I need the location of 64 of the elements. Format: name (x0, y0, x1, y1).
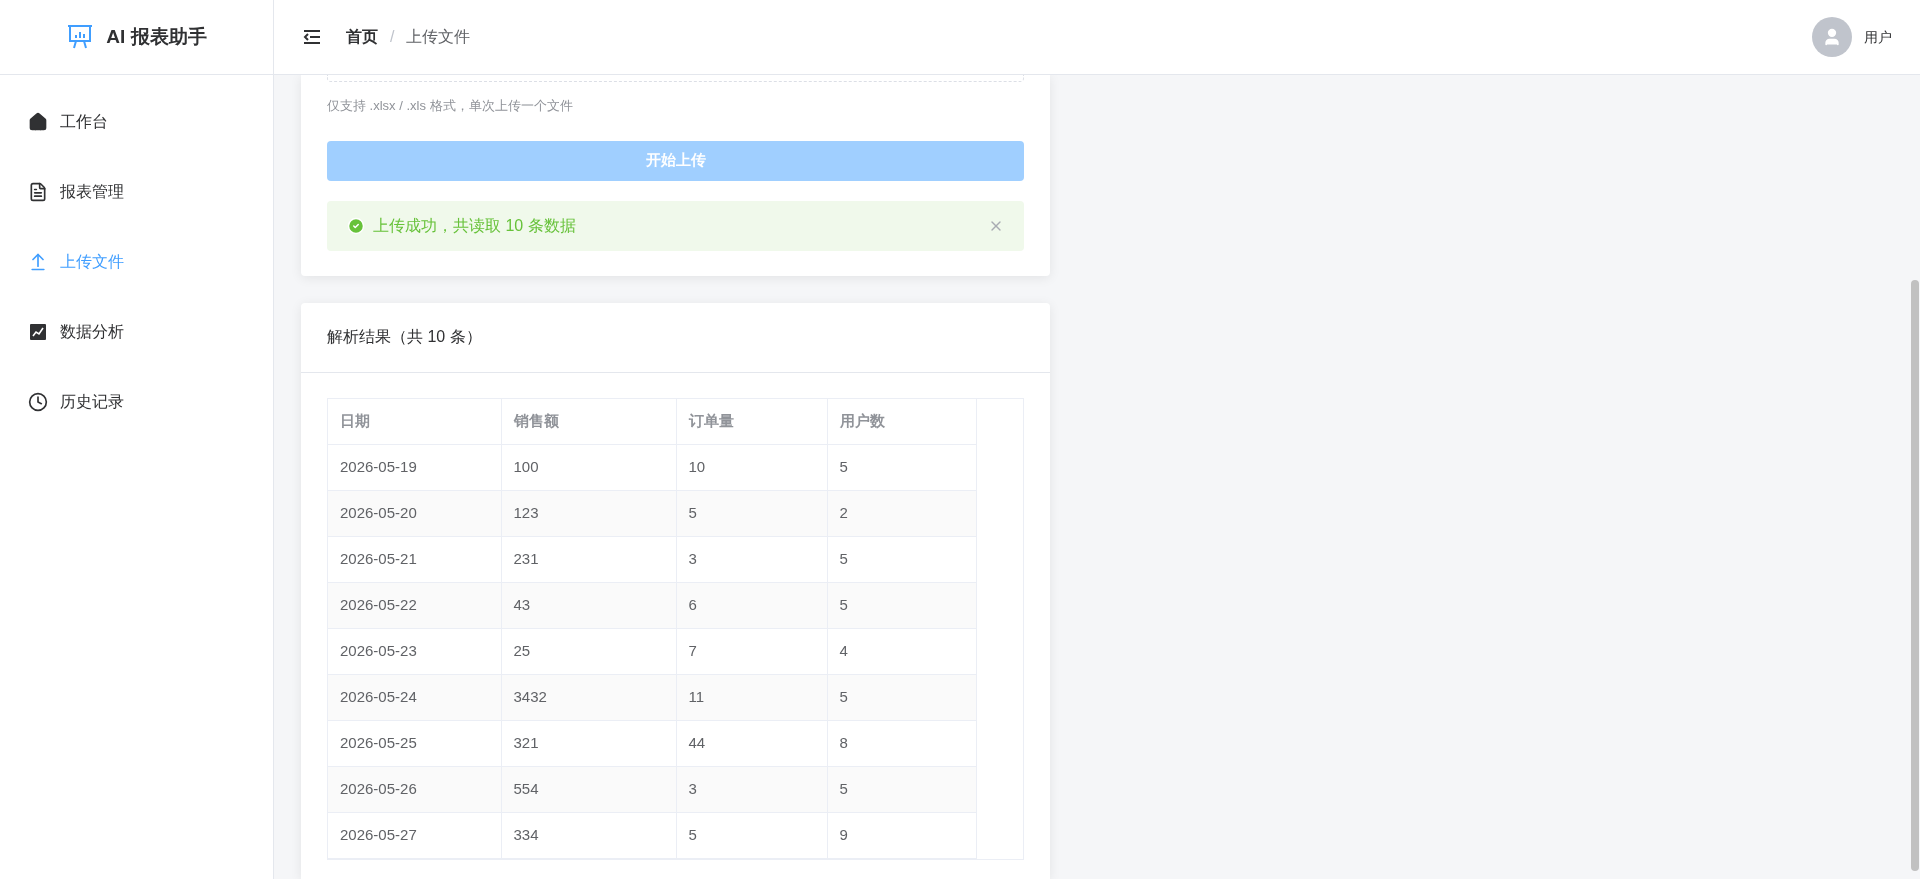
breadcrumb-separator: / (390, 27, 395, 47)
table-cell: 5 (827, 444, 976, 491)
upload-icon (28, 252, 48, 272)
column-header: 销售额 (501, 398, 676, 445)
sidebar-item[interactable]: 报表管理 (0, 157, 273, 227)
table-cell: 2026-05-24 (328, 674, 501, 721)
column-header: 订单量 (676, 398, 827, 445)
table-cell: 2026-05-21 (328, 536, 501, 583)
table-cell: 43 (501, 582, 676, 629)
user-icon (1822, 27, 1842, 47)
user-avatar[interactable] (1812, 17, 1852, 57)
table-cell: 123 (501, 490, 676, 537)
table-cell: 231 (501, 536, 676, 583)
breadcrumb-item[interactable]: 首页 (346, 25, 378, 49)
home-icon (28, 112, 48, 132)
chart-icon (28, 322, 48, 342)
table-cell: 3 (676, 536, 827, 583)
table-cell: 5 (827, 582, 976, 629)
table-cell: 2 (827, 490, 976, 537)
table-cell: 3432 (501, 674, 676, 721)
table-cell: 11 (676, 674, 827, 721)
sidebar-item[interactable]: 历史记录 (0, 367, 273, 437)
table-cell: 2026-05-25 (328, 720, 501, 767)
table-cell: 44 (676, 720, 827, 767)
table-cell: 2026-05-19 (328, 444, 501, 491)
table-cell: 5 (827, 536, 976, 583)
table-cell: 2026-05-26 (328, 766, 501, 813)
breadcrumb-item: 上传文件 (406, 27, 471, 47)
table-cell: 7 (676, 628, 827, 675)
table-cell: 5 (827, 766, 976, 813)
sidebar-item[interactable]: 数据分析 (0, 297, 273, 367)
table-cell: 25 (501, 628, 676, 675)
table-cell: 4 (827, 628, 976, 675)
user-name[interactable]: 用户 (1864, 27, 1892, 47)
sidebar-item[interactable]: 工作台 (0, 87, 273, 157)
table-cell: 5 (676, 812, 827, 859)
check-circle-icon (347, 216, 365, 235)
scrollbar-thumb[interactable] (1911, 280, 1919, 871)
app-title: AI 报表助手 (106, 24, 207, 49)
table-cell: 8 (827, 720, 976, 767)
upload-dropzone[interactable] (327, 75, 1024, 82)
table-cell: 6 (676, 582, 827, 629)
column-header: 用户数 (827, 398, 976, 445)
presentation-board-icon (66, 23, 95, 51)
table-cell: 2026-05-20 (328, 490, 501, 537)
table-cell: 321 (501, 720, 676, 767)
table-cell: 5 (827, 674, 976, 721)
table-cell: 2026-05-27 (328, 812, 501, 859)
column-header: 日期 (328, 398, 501, 445)
menu-fold-icon[interactable] (302, 27, 322, 47)
document-icon (28, 182, 48, 202)
clock-icon (28, 392, 48, 412)
table-cell: 5 (676, 490, 827, 537)
table-cell: 334 (501, 812, 676, 859)
table-cell: 554 (501, 766, 676, 813)
card-title: 解析结果（共 10 条） (327, 327, 482, 347)
table-cell: 2026-05-23 (328, 628, 501, 675)
table-cell: 100 (501, 444, 676, 491)
table-cell: 9 (827, 812, 976, 859)
table-cell: 10 (676, 444, 827, 491)
table-cell: 2026-05-22 (328, 582, 501, 629)
table-cell: 3 (676, 766, 827, 813)
upload-hint: 仅支持 .xlsx / .xls 格式，单次上传一个文件 (327, 97, 574, 115)
alert-message: 上传成功，共读取 10 条数据 (373, 215, 576, 236)
